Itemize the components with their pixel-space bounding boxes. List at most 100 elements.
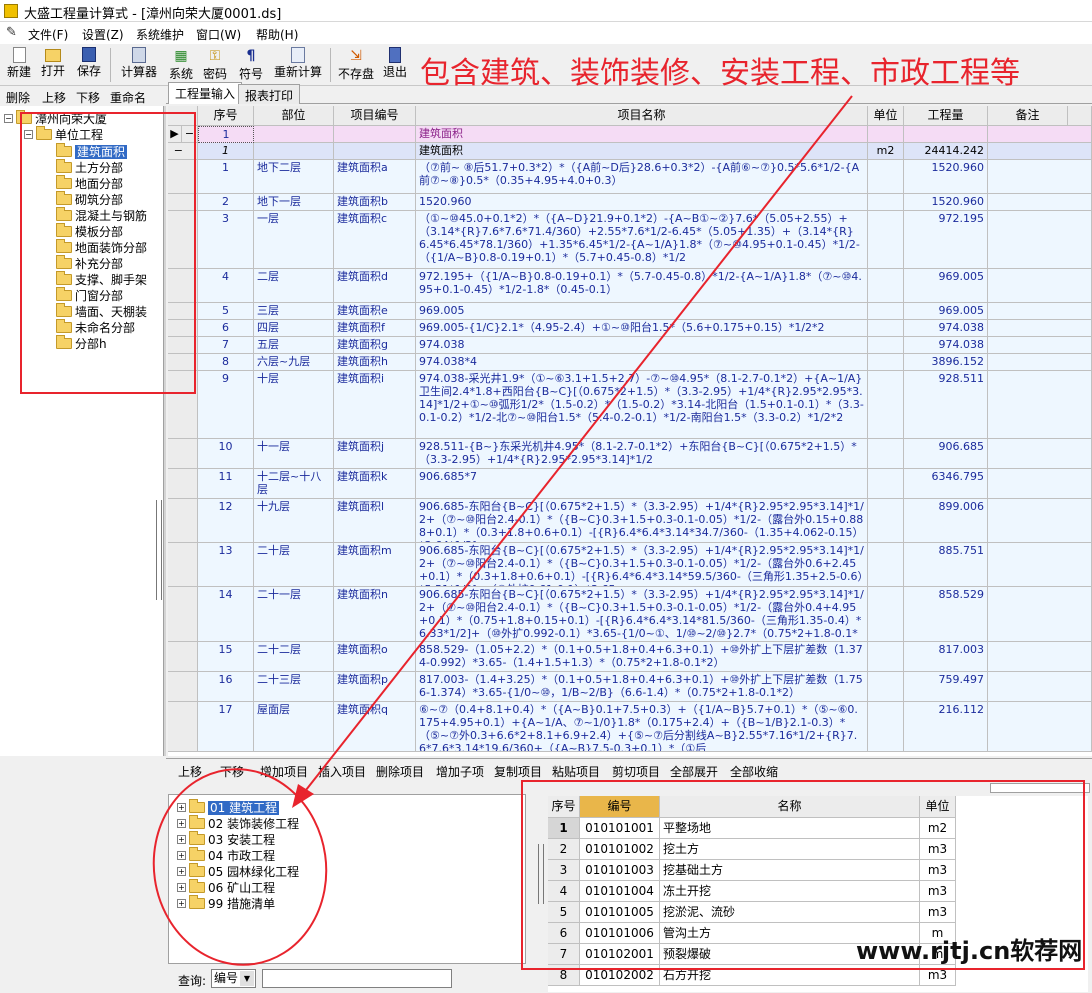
cell-part[interactable]: 十层 (254, 371, 334, 439)
header-part[interactable]: 部位 (254, 106, 334, 126)
cell-qty[interactable]: 817.003 (904, 642, 988, 672)
cell-seq[interactable]: 9 (198, 371, 254, 439)
cell-code[interactable]: 建筑面积p (334, 672, 416, 702)
add-item-button[interactable]: 增加项目 (260, 763, 308, 780)
cell-formula[interactable]: 974.038-采光井1.9*（①~⑥3.1+1.5+2.7）-⑦~⑩4.95*… (416, 371, 868, 439)
cell-formula[interactable]: 817.003-（1.4+3.25）*（0.1+0.5+1.8+0.4+6.3+… (416, 672, 868, 702)
cell-unit[interactable] (868, 672, 904, 702)
cell-note[interactable] (988, 499, 1092, 543)
tab-report-print[interactable]: 报表打印 (238, 84, 301, 104)
cell-formula[interactable]: 974.038 (416, 337, 868, 354)
cell-formula[interactable]: （①~⑩45.0+0.1*2）*（{A~D}21.9+0.1*2）-{A~B①~… (416, 211, 868, 269)
splitter-handle[interactable] (156, 500, 162, 600)
cell-note[interactable] (988, 354, 1092, 371)
paste-item-button[interactable]: 粘贴项目 (552, 763, 600, 780)
header-seq[interactable]: 序号 (198, 106, 254, 126)
cell-qty[interactable]: 906.685 (904, 439, 988, 469)
cell-code[interactable]: 建筑面积d (334, 269, 416, 303)
cell-qty[interactable]: 969.005 (904, 303, 988, 320)
add-subitem-button[interactable]: 增加子项 (436, 763, 484, 780)
cell-seq[interactable]: 4 (198, 269, 254, 303)
cell-qty[interactable]: 974.038 (904, 320, 988, 337)
cell-seq[interactable]: 10 (198, 439, 254, 469)
group-seq[interactable]: 1 (198, 126, 254, 143)
cell-qty[interactable]: 6346.795 (904, 469, 988, 499)
header-code[interactable]: 项目编号 (334, 106, 416, 126)
cell-seq[interactable]: 16 (198, 672, 254, 702)
cell-seq[interactable]: 6 (198, 320, 254, 337)
cell-unit[interactable] (868, 303, 904, 320)
cell-part[interactable]: 屋面层 (254, 702, 334, 752)
cell-qty[interactable]: 885.751 (904, 543, 988, 587)
cell-part[interactable]: 三层 (254, 303, 334, 320)
library-item[interactable]: +04 市政工程 (177, 847, 275, 863)
cell-seq[interactable]: 1 (198, 160, 254, 194)
cell-formula[interactable]: 969.005-{1/C}2.1*（4.95-2.4）+①~⑩阳台1.5*（5.… (416, 320, 868, 337)
cell-part[interactable]: 二十三层 (254, 672, 334, 702)
cell-code[interactable]: 建筑面积n (334, 587, 416, 642)
cell-code[interactable]: 建筑面积c (334, 211, 416, 269)
cell-note[interactable] (988, 337, 1092, 354)
delete-link[interactable]: 删除 (6, 89, 30, 106)
cell-part[interactable]: 二十一层 (254, 587, 334, 642)
cell-part[interactable]: 十二层~十八层 (254, 469, 334, 499)
cell-part[interactable]: 十九层 (254, 499, 334, 543)
cell-unit[interactable] (868, 543, 904, 587)
cell-unit[interactable] (868, 337, 904, 354)
cell-note[interactable] (988, 211, 1092, 269)
delete-item-button[interactable]: 删除项目 (376, 763, 424, 780)
expand-icon[interactable]: + (177, 803, 186, 812)
library-tree[interactable]: +01 建筑工程 +02 装饰装修工程 +03 安装工程 +04 市政工程 +05 园林… (168, 794, 526, 964)
quantity-grid[interactable]: 序号 部位 项目编号 项目名称 单位 工程量 备注 ▶ − 1 建筑面积 − 1… (168, 106, 1092, 756)
cell-code[interactable]: 建筑面积l (334, 499, 416, 543)
recalculate-button[interactable]: 重新计算 (270, 46, 326, 84)
cell-seq[interactable]: 5 (198, 303, 254, 320)
cell-note[interactable] (988, 642, 1092, 672)
cell-code[interactable]: 建筑面积h (334, 354, 416, 371)
symbol-button[interactable]: ¶ 符号 (236, 46, 266, 84)
cell-code[interactable]: 建筑面积f (334, 320, 416, 337)
password-button[interactable]: ⚿ 密码 (200, 46, 230, 84)
cell-seq[interactable]: 17 (198, 702, 254, 752)
header-qty[interactable]: 工程量 (904, 106, 988, 126)
cell-part[interactable]: 二十二层 (254, 642, 334, 672)
tab-quantity-input[interactable]: 工程量输入 (168, 82, 243, 104)
library-item[interactable]: +05 园林绿化工程 (177, 863, 299, 879)
library-item[interactable]: +99 措施清单 (177, 895, 275, 911)
cell-seq[interactable]: 14 (198, 587, 254, 642)
cell-formula[interactable]: 858.529-（1.05+2.2）*（0.1+0.5+1.8+0.4+6.3+… (416, 642, 868, 672)
exit-button[interactable]: 退出 (380, 46, 410, 84)
cell-formula[interactable]: 906.685-东阳台{B~C}[（0.675*2+1.5）*（3.3-2.95… (416, 499, 868, 543)
cell-qty[interactable]: 759.497 (904, 672, 988, 702)
collapse-all-button[interactable]: 全部收缩 (730, 763, 778, 780)
cell-formula[interactable]: ⑥~⑦（0.4+8.1+0.4）*（{A~B}0.1+7.5+0.3）+（{1/… (416, 702, 868, 752)
insert-item-button[interactable]: 插入项目 (318, 763, 366, 780)
cell-formula[interactable]: 972.195+（{1/A~B}0.8-0.19+0.1）*（5.7-0.45-… (416, 269, 868, 303)
move-up-button[interactable]: 上移 (178, 763, 202, 780)
cell-unit[interactable] (868, 587, 904, 642)
rename-link[interactable]: 重命名 (110, 89, 146, 106)
cell-unit[interactable] (868, 194, 904, 211)
subgroup-note[interactable] (988, 143, 1092, 160)
subgroup-part[interactable] (254, 143, 334, 160)
cell-formula[interactable]: 928.511-{B~}东采光机井4.95*（8.1-2.7-0.1*2）+东阳… (416, 439, 868, 469)
cell-note[interactable] (988, 371, 1092, 439)
menu-system-maintenance[interactable]: 系统维护 (136, 26, 184, 43)
cell-seq[interactable]: 12 (198, 499, 254, 543)
cell-unit[interactable] (868, 354, 904, 371)
group-note[interactable] (988, 126, 1092, 143)
cell-unit[interactable] (868, 160, 904, 194)
cell-unit[interactable] (868, 211, 904, 269)
library-item[interactable]: +06 矿山工程 (177, 879, 275, 895)
cell-part[interactable]: 地下二层 (254, 160, 334, 194)
subgroup-qty[interactable]: 24414.242 (904, 143, 988, 160)
move-down-link[interactable]: 下移 (76, 89, 100, 106)
cell-part[interactable]: 五层 (254, 337, 334, 354)
cell-part[interactable]: 四层 (254, 320, 334, 337)
system-button[interactable]: ▦ 系统 (166, 46, 196, 84)
copy-item-button[interactable]: 复制项目 (494, 763, 542, 780)
cell-part[interactable]: 十一层 (254, 439, 334, 469)
move-down-button[interactable]: 下移 (220, 763, 244, 780)
calculator-button[interactable]: 计算器 (118, 46, 160, 84)
cell-unit[interactable] (868, 269, 904, 303)
